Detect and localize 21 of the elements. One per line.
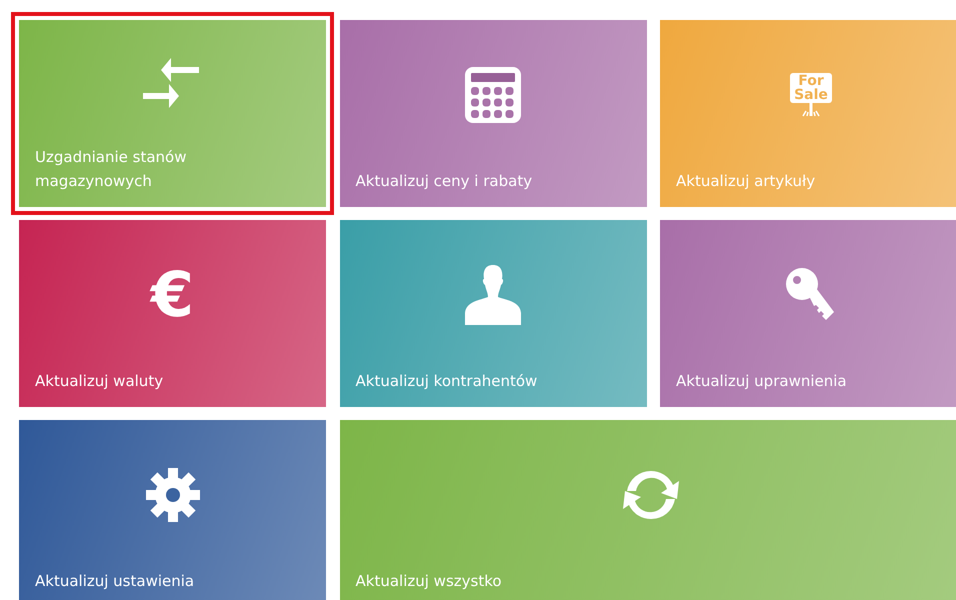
person-icon	[465, 264, 521, 324]
tile-label: Aktualizuj ustawienia	[35, 571, 196, 592]
tile-button[interactable]: € Aktualizuj waluty	[19, 220, 326, 407]
tile-label: Aktualizuj uprawnienia	[676, 371, 848, 392]
tile-label: Aktualizuj ceny i rabaty	[356, 171, 534, 192]
key-icon	[786, 268, 836, 322]
gear-icon	[146, 468, 200, 522]
tile-button[interactable]: Aktualizuj uprawnienia	[660, 220, 956, 407]
tile-label: Aktualizuj waluty	[35, 371, 164, 392]
tile-button[interactable]: For Sale Aktualizuj artykuły	[660, 20, 956, 207]
tile-button[interactable]: Aktualizuj wszystko	[340, 420, 956, 600]
tile-label: Aktualizuj wszystko	[356, 571, 503, 592]
calculator-icon	[465, 66, 521, 122]
tile-label: Aktualizuj kontrahentów	[356, 371, 538, 392]
tile-label: Aktualizuj artykuły	[676, 171, 816, 192]
tile-button[interactable]: Aktualizuj ustawienia	[19, 420, 326, 600]
tile-button[interactable]: Aktualizuj kontrahentów	[340, 220, 646, 407]
tile-button[interactable]: Uzgadnianie stanów magazynowych	[19, 20, 326, 207]
euro-icon: €	[150, 264, 194, 326]
tile-button[interactable]: Aktualizuj ceny i rabaty	[340, 20, 646, 207]
tile-label: Uzgadnianie stanów magazynowych	[35, 147, 188, 192]
